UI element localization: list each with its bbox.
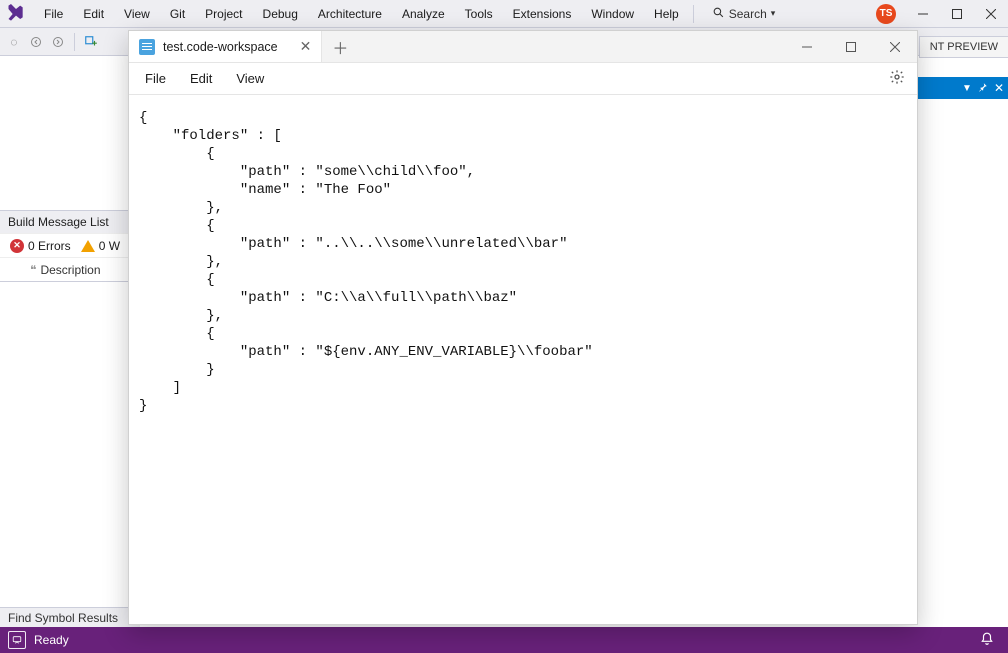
new-tab-button[interactable]: ＋ [322,31,358,62]
right-panel-header: ▼ ✕ [918,77,1008,99]
window-close-button[interactable] [974,0,1008,27]
editor-menu-view[interactable]: View [224,63,276,94]
build-messages-panel-title[interactable]: Build Message List [0,210,130,234]
document-icon [139,39,155,55]
editor-menu-edit[interactable]: Edit [178,63,224,94]
menu-extensions[interactable]: Extensions [503,0,582,27]
chevron-down-icon: ▾ [771,8,776,19]
search-label: Search [729,7,767,21]
chevron-down-icon[interactable]: ▼ [962,83,972,94]
gear-icon[interactable] [889,69,905,88]
editor-maximize-button[interactable] [829,31,873,62]
nav-arrow-right-icon[interactable] [50,34,66,50]
close-icon[interactable]: ✕ [994,81,1004,95]
preview-tab[interactable]: NT PREVIEW [919,36,1008,58]
errors-count-label: 0 Errors [28,239,71,253]
bell-icon[interactable] [980,632,994,649]
menu-git[interactable]: Git [160,0,195,27]
editor-tab-title: test.code-workspace [163,40,278,54]
user-avatar[interactable]: TS [876,4,896,24]
global-search[interactable]: Search ▾ [706,6,782,22]
status-text: Ready [34,633,69,647]
feedback-icon[interactable] [8,631,26,649]
error-counts-row[interactable]: ✕ 0 Errors 0 W [0,234,130,258]
editor-tab[interactable]: test.code-workspace ✕ [129,31,322,62]
editor-window-titlebar[interactable]: test.code-workspace ✕ ＋ [129,31,917,63]
menu-help[interactable]: Help [644,0,689,27]
menu-edit[interactable]: Edit [73,0,114,27]
description-header[interactable]: ❝ Description [0,258,130,282]
editor-menubar: File Edit View [129,63,917,95]
warnings-count-label: 0 W [99,239,120,253]
menu-debug[interactable]: Debug [253,0,308,27]
editor-minimize-button[interactable] [785,31,829,62]
menu-separator [693,5,694,23]
status-bar: Ready [0,627,1008,653]
editor-text-area[interactable]: { "folders" : [ { "path" : "some\\child\… [129,95,917,624]
editor-close-button[interactable] [873,31,917,62]
menu-analyze[interactable]: Analyze [392,0,455,27]
window-maximize-button[interactable] [940,0,974,27]
menu-view[interactable]: View [114,0,160,27]
toolbar-separator [74,33,75,51]
menu-tools[interactable]: Tools [455,0,503,27]
floating-editor-window: test.code-workspace ✕ ＋ File Edit View {… [128,30,918,625]
pin-icon[interactable] [978,81,988,95]
vs-main-menubar: File Edit View Git Project Debug Archite… [0,0,1008,28]
warning-icon [81,240,95,252]
find-symbol-results-panel-title[interactable]: Find Symbol Results [0,607,140,627]
menu-file[interactable]: File [34,0,73,27]
error-icon: ✕ [10,239,24,253]
quote-icon: ❝ [30,263,36,277]
left-docked-panels: Build Message List ✕ 0 Errors 0 W ❝ Desc… [0,210,130,282]
search-icon [712,6,725,22]
app-logo-icon [4,2,28,26]
nav-arrow-left-icon[interactable] [28,34,44,50]
new-item-icon[interactable] [83,34,99,50]
nav-back-icon[interactable]: ◌ [6,34,22,50]
window-minimize-button[interactable] [906,0,940,27]
menu-window[interactable]: Window [581,0,644,27]
menu-architecture[interactable]: Architecture [308,0,392,27]
menu-project[interactable]: Project [195,0,252,27]
tab-close-icon[interactable]: ✕ [300,38,312,55]
editor-menu-file[interactable]: File [133,63,178,94]
